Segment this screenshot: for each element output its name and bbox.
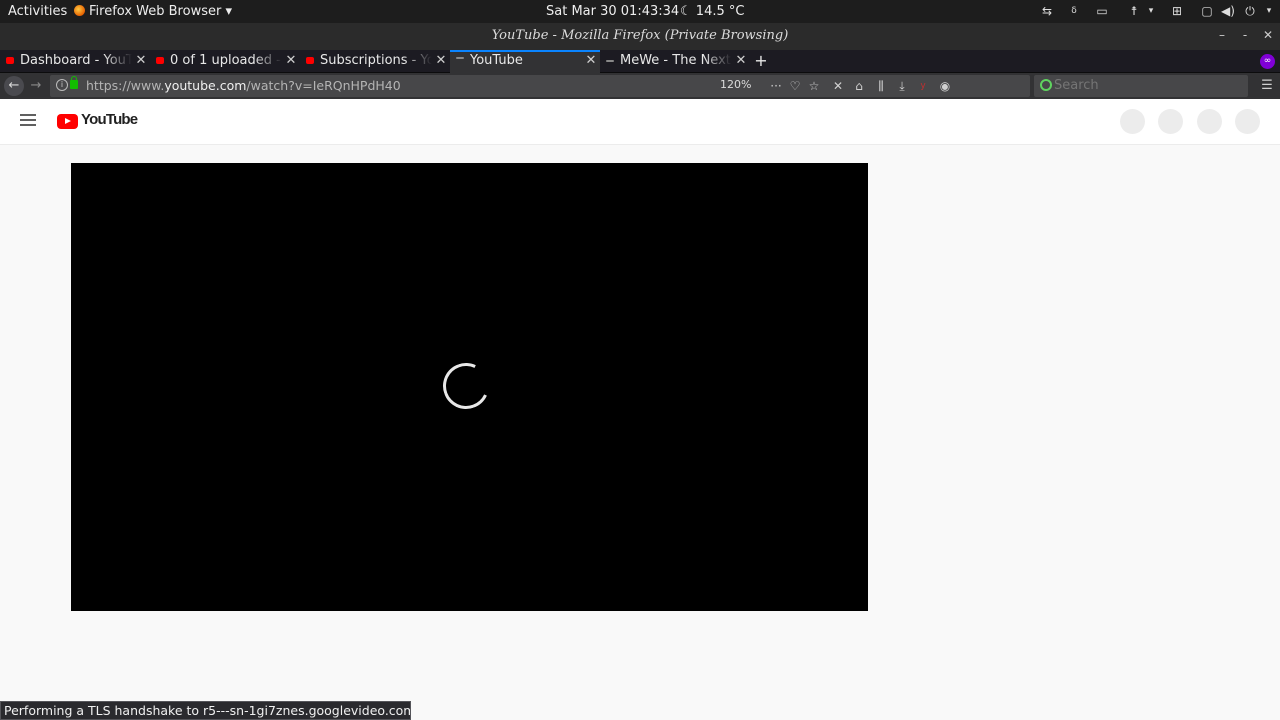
downloads-icon[interactable]: ⤓	[893, 76, 911, 96]
library-icon[interactable]: ⫼	[872, 76, 890, 96]
moon-icon: ☾	[680, 4, 696, 19]
power-icon[interactable]: ⏻	[1243, 4, 1257, 18]
minimize-button[interactable]: –	[1214, 27, 1230, 43]
tab-mewe[interactable]: MeWe - The Next-Gen ✕	[600, 50, 750, 73]
youtube-logo-text: YouTube	[81, 111, 138, 128]
tab-close-icon[interactable]: ✕	[284, 50, 298, 72]
youtube-favicon-icon	[156, 57, 164, 64]
masthead-placeholder-icon[interactable]	[1120, 109, 1145, 134]
private-browsing-icon: ∞	[1260, 54, 1275, 69]
gnome-top-bar: Activities Firefox Web Browser ▾ Sat Mar…	[0, 0, 1280, 23]
page-content: YouTube	[0, 99, 1280, 720]
url-path: /watch?v=IeRQnHPdH40	[246, 78, 401, 93]
tab-strip: Dashboard - YouTube ✕ 0 of 1 uploaded - …	[0, 50, 1280, 73]
status-bar: Performing a TLS handshake to r5---sn-1g…	[0, 701, 411, 720]
stop-loading-icon[interactable]: ✕	[829, 76, 847, 96]
workspace-icon[interactable]: ⊞	[1170, 4, 1184, 18]
tab-dashboard[interactable]: Dashboard - YouTube ✕	[0, 50, 150, 73]
guide-menu-icon[interactable]	[20, 114, 36, 128]
browser-menu-icon[interactable]: ☰	[1258, 76, 1276, 96]
forward-button[interactable]: →	[26, 76, 46, 96]
tab-youtube-active[interactable]: YouTube ✕	[450, 50, 600, 73]
tab-close-icon[interactable]: ✕	[434, 50, 448, 72]
video-player[interactable]	[71, 163, 868, 611]
battery-icon[interactable]: ▭	[1095, 4, 1109, 18]
tab-subscriptions[interactable]: Subscriptions - YouTube ✕	[300, 50, 450, 73]
system-menu-chevron-icon[interactable]: ▾	[1262, 4, 1276, 18]
masthead-placeholder-icon[interactable]	[1197, 109, 1222, 134]
url-text[interactable]: https://www.youtube.com/watch?v=IeRQnHPd…	[86, 78, 401, 93]
youtube-play-icon	[57, 114, 78, 129]
home-icon[interactable]: ⌂	[850, 76, 868, 96]
tab-close-icon[interactable]: ✕	[734, 50, 748, 72]
youtube-favicon-icon	[306, 57, 314, 64]
tab-label: YouTube	[470, 53, 523, 68]
tab-close-icon[interactable]: ✕	[584, 52, 598, 72]
masthead-placeholder-icon[interactable]	[1235, 109, 1260, 134]
tab-label: 0 of 1 uploaded - YouTube	[170, 53, 282, 68]
search-engine-icon[interactable]	[1040, 79, 1052, 91]
bookmark-star-icon[interactable]: ☆	[806, 77, 822, 95]
firefox-icon	[74, 5, 85, 16]
page-actions-icon[interactable]: ···	[768, 77, 784, 95]
window-titlebar: YouTube - Mozilla Firefox (Private Brows…	[0, 23, 1280, 50]
search-input[interactable]	[1054, 78, 1234, 93]
weather-temperature: 14.5 °C	[695, 4, 745, 19]
loading-icon	[606, 60, 614, 62]
tab-label: MeWe - The Next-Gen	[620, 53, 732, 68]
small-indicator-icon[interactable]: δ	[1067, 4, 1081, 18]
extension-icon[interactable]: y	[914, 76, 932, 96]
app-menu-label: Firefox Web Browser ▾	[89, 4, 232, 19]
url-prefix: https://www.	[86, 78, 165, 93]
network-arrows-icon[interactable]: ⇆	[1040, 4, 1054, 18]
youtube-favicon-icon	[6, 57, 14, 64]
youtube-masthead: YouTube	[0, 99, 1280, 145]
tab-upload[interactable]: 0 of 1 uploaded - YouTube ✕	[150, 50, 300, 73]
tab-close-icon[interactable]: ✕	[134, 50, 148, 72]
maximize-button[interactable]: ‑	[1237, 27, 1253, 43]
navigation-toolbar: ← → i https://www.youtube.com/watch?v=Ie…	[0, 73, 1280, 99]
loading-spinner-icon	[436, 356, 496, 416]
window-icon[interactable]: ▢	[1200, 4, 1214, 18]
accessibility-icon[interactable]: ☨	[1127, 4, 1141, 18]
window-title: YouTube - Mozilla Firefox (Private Brows…	[491, 28, 789, 43]
extension-globe-icon[interactable]: ◉	[936, 76, 954, 96]
new-tab-button[interactable]: +	[752, 50, 770, 73]
site-info-icon[interactable]: i	[56, 79, 68, 91]
volume-icon[interactable]: ◀)	[1221, 4, 1235, 18]
tab-label: Dashboard - YouTube	[20, 53, 132, 68]
app-menu[interactable]: Firefox Web Browser ▾	[74, 0, 232, 23]
activities-button[interactable]: Activities	[8, 0, 67, 23]
back-button[interactable]: ←	[4, 76, 24, 96]
weather-indicator[interactable]: ☾ 14.5 °C	[680, 0, 744, 23]
pocket-icon[interactable]: ♡	[787, 77, 803, 95]
tab-label: Subscriptions - YouTube	[320, 53, 432, 68]
url-domain: youtube.com	[164, 78, 247, 93]
chevron-down-icon[interactable]: ▾	[1144, 4, 1158, 18]
close-window-button[interactable]: ✕	[1260, 27, 1276, 43]
search-bar[interactable]	[1034, 75, 1248, 97]
lock-icon[interactable]	[70, 76, 78, 89]
clock[interactable]: Sat Mar 30 01:43:34	[546, 0, 679, 23]
loading-icon	[456, 57, 464, 59]
zoom-indicator[interactable]: 120%	[720, 78, 751, 91]
masthead-placeholder-icon[interactable]	[1158, 109, 1183, 134]
